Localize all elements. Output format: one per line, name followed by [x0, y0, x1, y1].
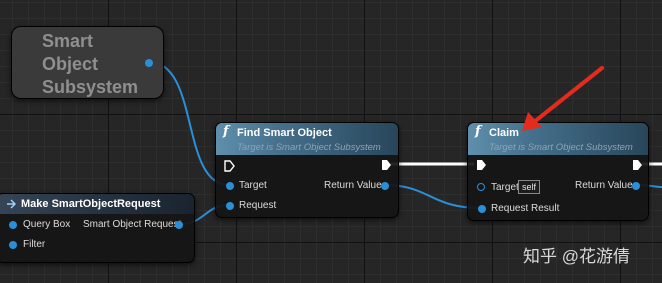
zhihu-watermark: 知乎 @花游倩 — [523, 247, 630, 266]
red-arrow-annotation — [522, 66, 604, 131]
